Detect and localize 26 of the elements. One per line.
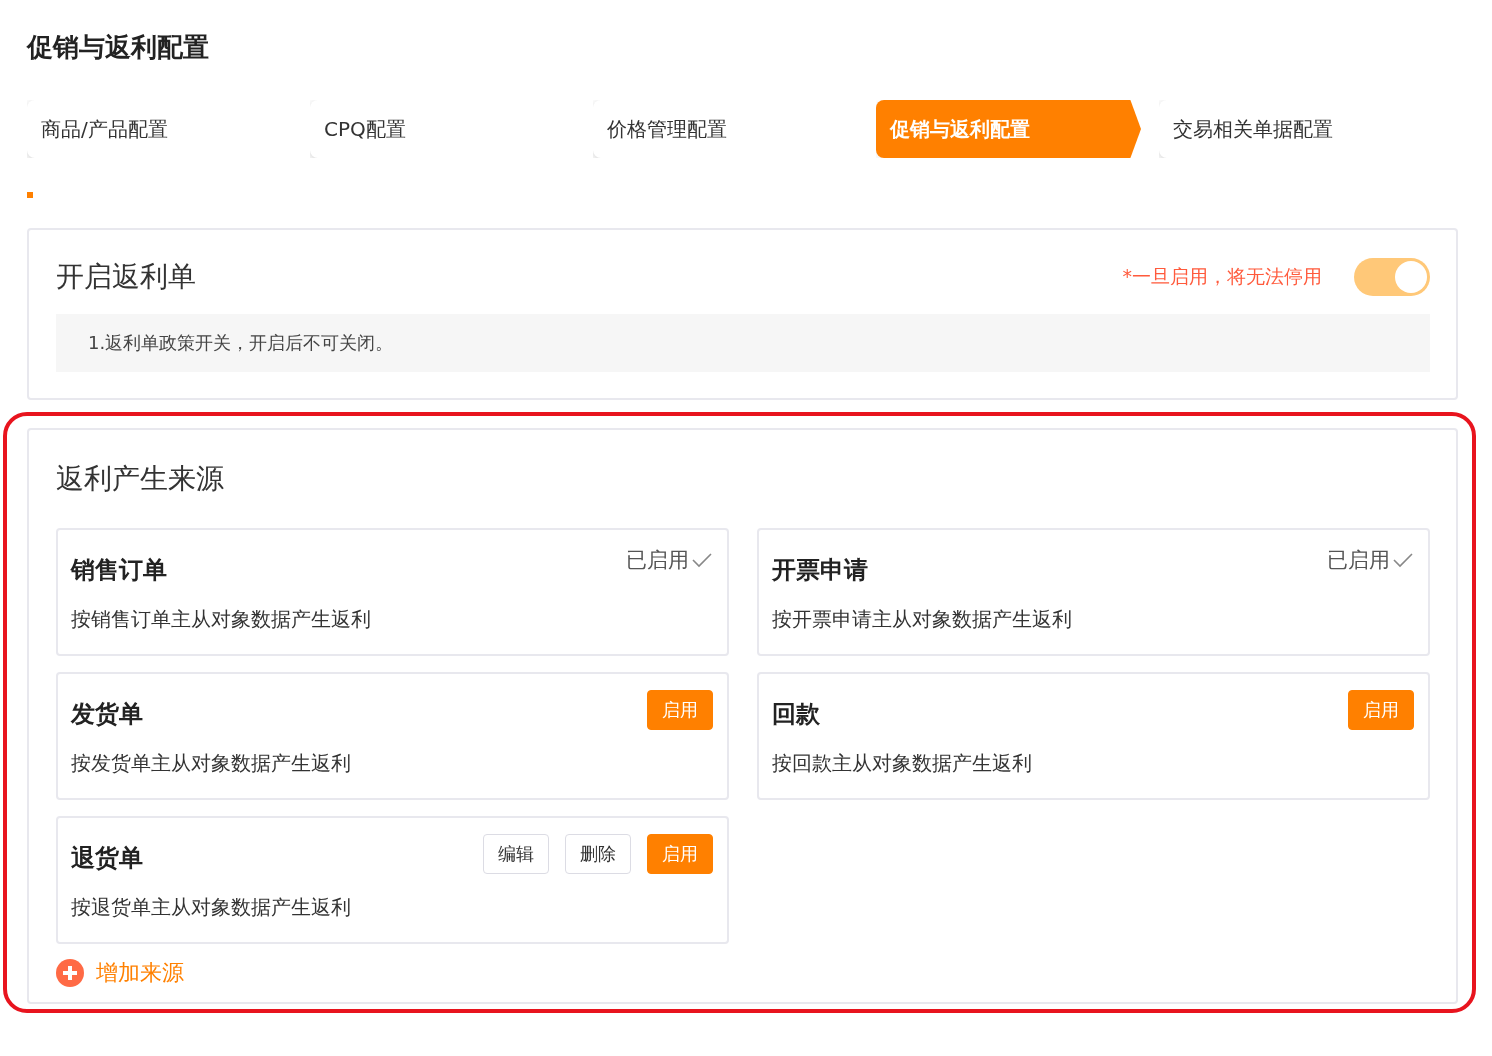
card-title: 返利产生来源 <box>56 461 225 497</box>
source-description: 按退货单主从对象数据产生返利 <box>71 894 352 921</box>
source-name: 发货单 <box>71 699 144 730</box>
status-label: 已启用 <box>626 546 713 574</box>
warning-text: *一旦启用，将无法停用 <box>1122 264 1322 289</box>
step-tab[interactable]: 价格管理配置 <box>593 100 858 158</box>
action-button[interactable]: 删除 <box>565 834 631 874</box>
source-description: 按开票申请主从对象数据产生返利 <box>772 606 1073 633</box>
note-text: 1.返利单政策开关，开启后不可关闭。 <box>56 314 1430 372</box>
card-title: 开启返利单 <box>56 259 197 295</box>
check-icon <box>691 552 713 568</box>
source-name: 退货单 <box>71 843 144 874</box>
step-tab[interactable]: 交易相关单据配置 <box>1159 100 1424 158</box>
source-description: 按回款主从对象数据产生返利 <box>772 750 1033 777</box>
step-tab[interactable]: CPQ配置 <box>310 100 575 158</box>
source-description: 按销售订单主从对象数据产生返利 <box>71 606 372 633</box>
source-name: 回款 <box>772 699 821 730</box>
plus-circle-icon <box>56 959 84 987</box>
source-description: 按发货单主从对象数据产生返利 <box>71 750 352 777</box>
page-title: 促销与返利配置 <box>27 31 210 64</box>
step-tab[interactable]: 商品/产品配置 <box>27 100 292 158</box>
source-name: 销售订单 <box>71 555 168 586</box>
action-button[interactable]: 编辑 <box>483 834 549 874</box>
source-name: 开票申请 <box>772 555 869 586</box>
check-icon <box>1392 552 1414 568</box>
status-label: 已启用 <box>1327 546 1414 574</box>
